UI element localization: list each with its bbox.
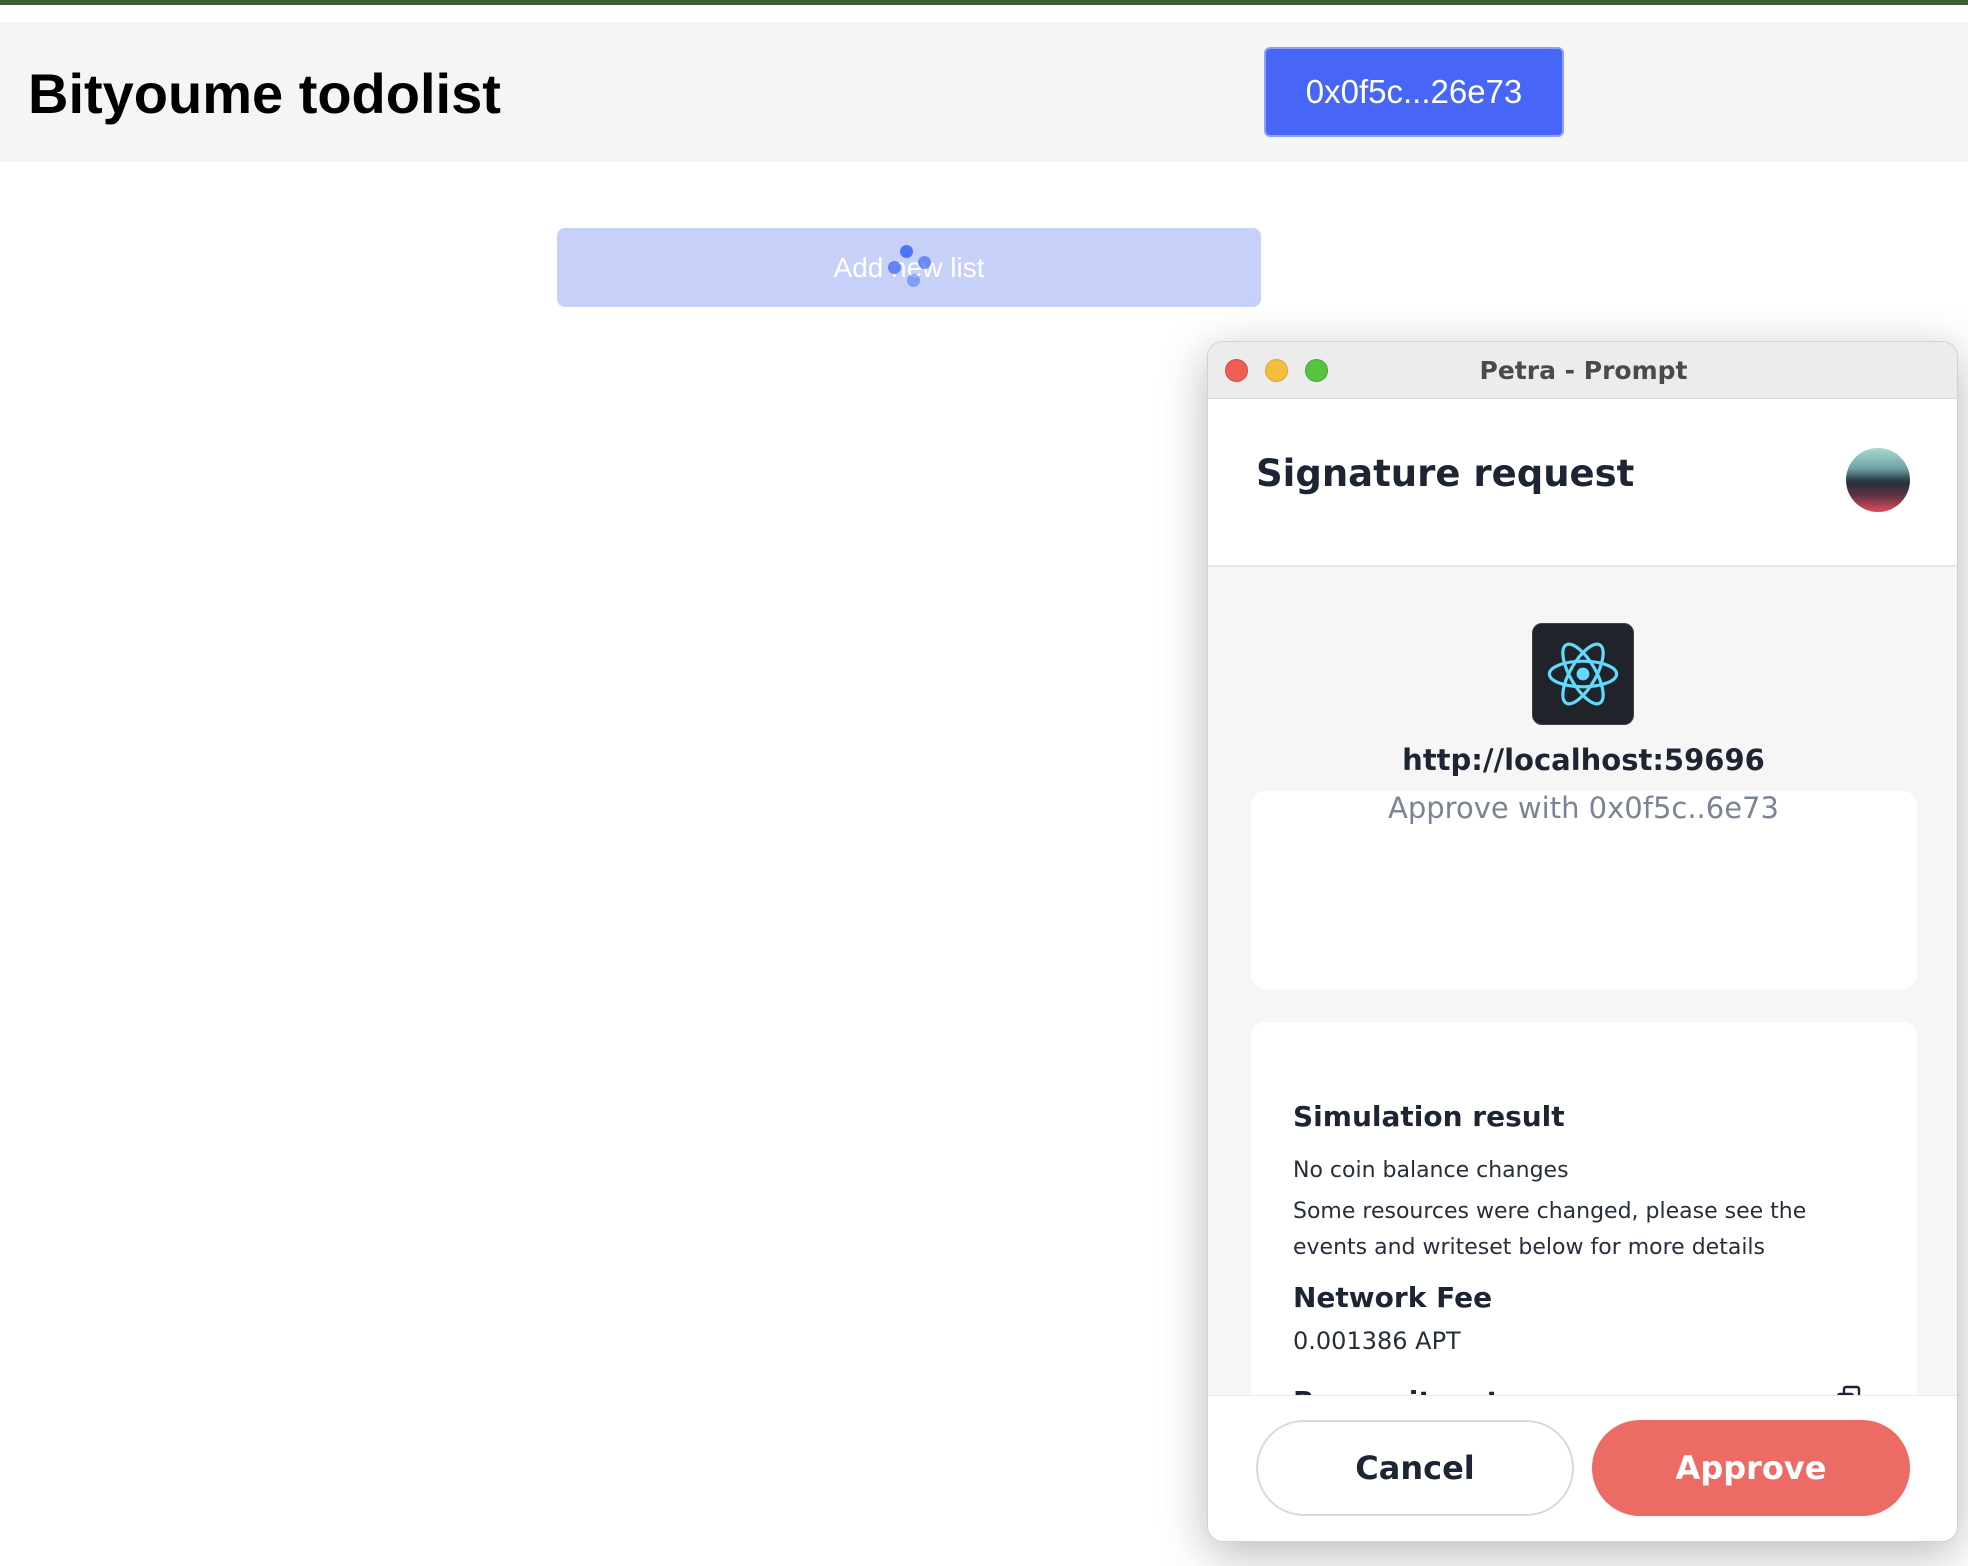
wallet-address-button[interactable]: 0x0f5c...26e73 [1264, 47, 1564, 137]
window-titlebar: Petra - Prompt [1208, 342, 1957, 399]
account-avatar[interactable] [1846, 448, 1910, 512]
petra-prompt-window: Petra - Prompt Signature request http://… [1207, 341, 1958, 1542]
approve-button[interactable]: Approve [1592, 1420, 1910, 1516]
resources-changed-note: Some resources were changed, please see … [1293, 1199, 1807, 1260]
simulation-result-title: Simulation result [1293, 1100, 1565, 1133]
react-logo-icon [1532, 623, 1634, 725]
signature-request-heading: Signature request [1256, 452, 1635, 495]
network-fee-title: Network Fee [1293, 1281, 1493, 1314]
dapp-url: http://localhost:59696 [1402, 743, 1765, 777]
loading-spinner-icon [880, 240, 940, 300]
coin-balance-note: No coin balance changes [1293, 1158, 1569, 1183]
cancel-button[interactable]: Cancel [1256, 1420, 1574, 1516]
page-title: Bityoume todolist [28, 62, 501, 125]
approve-with-account: Approve with 0x0f5c..6e73 [1388, 791, 1779, 825]
window-title: Petra - Prompt [1479, 356, 1688, 385]
top-accent-bar [0, 0, 1968, 5]
network-fee-value: 0.001386 APT [1293, 1327, 1461, 1355]
